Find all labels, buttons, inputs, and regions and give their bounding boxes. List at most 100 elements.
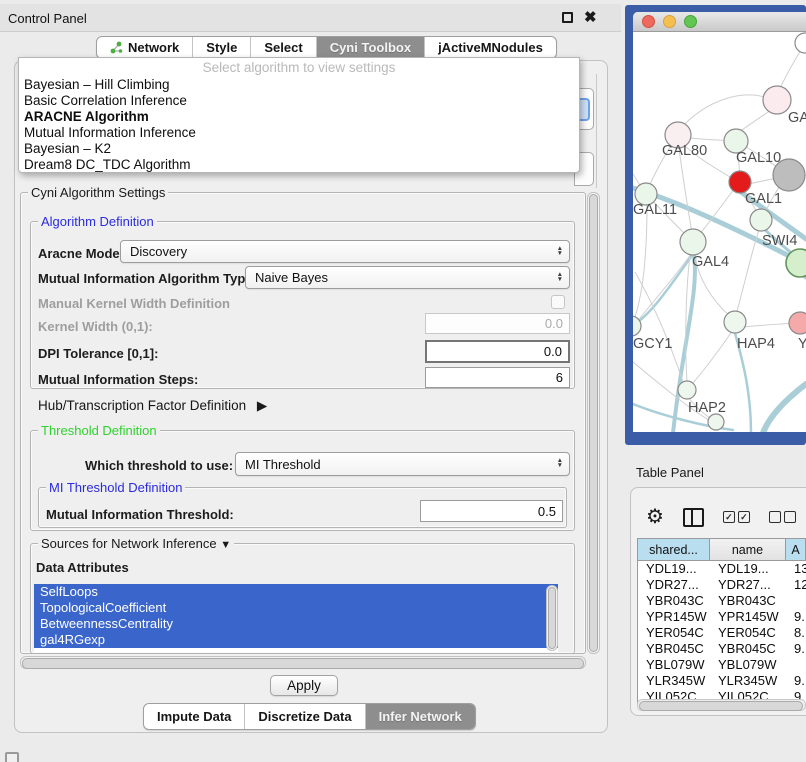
threshold-definition-title: Threshold Definition bbox=[38, 423, 160, 438]
collapsed-arrow-icon: ▶ bbox=[257, 398, 267, 414]
network-node-gal1[interactable] bbox=[750, 209, 772, 231]
hub-tf-definition-toggle[interactable]: Hub/Transcription Factor Definition ▶ bbox=[38, 398, 267, 414]
dpi-tolerance-label: DPI Tolerance [0,1]: bbox=[38, 346, 158, 361]
cyni-algorithm-settings-title: Cyni Algorithm Settings bbox=[28, 185, 168, 200]
dropdown-item[interactable]: Bayesian – Hill Climbing bbox=[19, 77, 579, 93]
close-window-icon[interactable] bbox=[642, 15, 655, 28]
tab-discretize-data[interactable]: Discretize Data bbox=[244, 704, 364, 729]
node-label: GCY1 bbox=[633, 336, 673, 352]
tab-cyni-toolbox[interactable]: Cyni Toolbox bbox=[316, 37, 424, 58]
app-root: Control Panel ✖ Network Style Select Cyn… bbox=[0, 0, 806, 762]
dropdown-item[interactable]: Bayesian – K2 bbox=[19, 141, 579, 157]
manual-kernel-width-label: Manual Kernel Width Definition bbox=[38, 296, 230, 311]
tab-impute-data[interactable]: Impute Data bbox=[144, 704, 244, 729]
which-threshold-label: Which threshold to use: bbox=[85, 458, 233, 473]
combo-arrows-icon: ▲▼ bbox=[557, 459, 569, 468]
hidden-groupbox-edge bbox=[596, 74, 597, 188]
tab-style[interactable]: Style bbox=[192, 37, 250, 58]
node-label: Y bbox=[798, 336, 806, 352]
sources-title[interactable]: Sources for Network Inference ▼ bbox=[38, 536, 234, 551]
table-row[interactable]: YBL079WYBL079W bbox=[638, 657, 806, 673]
mi-threshold-definition-title: MI Threshold Definition bbox=[46, 480, 185, 495]
data-attributes-label: Data Attributes bbox=[36, 560, 129, 575]
split-columns-icon[interactable] bbox=[683, 508, 704, 527]
network-window-titlebar[interactable] bbox=[633, 12, 806, 32]
close-panel-icon[interactable]: ✖ bbox=[584, 8, 597, 26]
tab-infer-network[interactable]: Infer Network bbox=[365, 704, 475, 729]
minimized-panel-icon[interactable] bbox=[5, 752, 19, 762]
column-header-name[interactable]: name bbox=[710, 539, 786, 560]
network-window: GAL GAL80 GAL10 GAL1 GAL11 SWI4 GAL4 GCY… bbox=[633, 12, 806, 432]
which-threshold-combo[interactable]: MI Threshold ▲▼ bbox=[235, 452, 570, 476]
column-header-partial[interactable]: A bbox=[786, 539, 806, 560]
zoom-window-icon[interactable] bbox=[684, 15, 697, 28]
float-panel-icon[interactable] bbox=[562, 12, 573, 23]
mi-threshold-field[interactable]: 0.5 bbox=[420, 500, 563, 522]
tab-jactivemnodules[interactable]: jActiveMNodules bbox=[424, 37, 556, 58]
dropdown-item[interactable]: Dream8 DC_TDC Algorithm bbox=[19, 157, 579, 173]
table-settings-gear-icon[interactable]: ⚙ bbox=[646, 507, 664, 527]
cyni-bottom-tabs: Impute Data Discretize Data Infer Networ… bbox=[143, 703, 476, 730]
table-row[interactable]: YLR345WYLR345W9. bbox=[638, 673, 806, 689]
network-node[interactable] bbox=[708, 414, 724, 430]
node-table: shared... name A YDL19...YDL19...13 YDR2… bbox=[637, 538, 806, 705]
manual-kernel-width-checkbox[interactable] bbox=[551, 295, 565, 309]
network-node-hap2[interactable] bbox=[678, 381, 696, 399]
settings-vertical-scrollbar[interactable] bbox=[587, 192, 600, 654]
dropdown-item-selected[interactable]: ARACNE Algorithm bbox=[19, 109, 579, 125]
data-attributes-list: SelfLoops TopologicalCoefficient Between… bbox=[34, 584, 558, 652]
combo-arrows-icon: ▲▼ bbox=[557, 273, 569, 282]
node-label: GAL4 bbox=[692, 254, 729, 270]
select-all-columns-icon[interactable]: ✓✓ bbox=[723, 511, 750, 523]
network-node-gal4[interactable] bbox=[680, 229, 706, 255]
algorithm-dropdown-popup: Select algorithm to view settings Bayesi… bbox=[18, 57, 580, 173]
node-label: HAP4 bbox=[737, 336, 775, 352]
mi-algorithm-type-label: Mutual Information Algorithm Type: bbox=[38, 271, 257, 286]
network-node-swi4[interactable] bbox=[786, 249, 806, 277]
table-row[interactable]: YBR045CYBR045C9. bbox=[638, 641, 806, 657]
aracne-mode-combo[interactable]: Discovery ▲▼ bbox=[120, 240, 570, 263]
table-panel-toolbar: ⚙ ✓✓ bbox=[646, 507, 806, 527]
apply-button[interactable]: Apply bbox=[270, 675, 338, 696]
column-header-shared-name[interactable]: shared... bbox=[638, 539, 710, 560]
network-node[interactable] bbox=[763, 86, 791, 114]
control-panel-title: Control Panel bbox=[8, 11, 87, 26]
table-horizontal-scrollbar[interactable] bbox=[637, 699, 806, 711]
table-row[interactable]: YDR27...YDR27...12 bbox=[638, 577, 806, 593]
list-item[interactable]: BetweennessCentrality bbox=[34, 616, 558, 632]
tab-select[interactable]: Select bbox=[250, 37, 315, 58]
minimize-window-icon[interactable] bbox=[663, 15, 676, 28]
list-scrollbar[interactable] bbox=[546, 585, 558, 651]
network-canvas[interactable]: GAL GAL80 GAL10 GAL1 GAL11 SWI4 GAL4 GCY… bbox=[633, 32, 806, 432]
aracne-mode-label: Aracne Mode: bbox=[38, 246, 124, 261]
table-panel-title: Table Panel bbox=[636, 465, 704, 480]
network-node-selected-red[interactable] bbox=[729, 171, 751, 193]
node-label: GAL bbox=[788, 110, 806, 126]
settings-horizontal-scrollbar[interactable] bbox=[20, 656, 586, 669]
table-row[interactable]: YPR145WYPR145W9. bbox=[638, 609, 806, 625]
network-node[interactable] bbox=[789, 312, 806, 334]
tab-network[interactable]: Network bbox=[97, 37, 192, 58]
mi-algorithm-type-combo[interactable]: Naive Bayes ▲▼ bbox=[245, 266, 570, 289]
dpi-tolerance-field[interactable]: 0.0 bbox=[425, 340, 570, 363]
kernel-width-field[interactable]: 0.0 bbox=[425, 313, 570, 334]
node-label: SWI4 bbox=[762, 233, 797, 249]
table-row[interactable]: YDL19...YDL19...13 bbox=[638, 561, 806, 577]
table-row[interactable]: YBR043CYBR043C bbox=[638, 593, 806, 609]
network-graph-icon bbox=[110, 41, 123, 54]
deselect-all-columns-icon[interactable] bbox=[769, 511, 796, 523]
network-node[interactable] bbox=[795, 33, 806, 53]
list-item[interactable]: gal4RGexp bbox=[34, 632, 558, 648]
table-header-row: shared... name A bbox=[638, 539, 806, 561]
list-item[interactable]: TopologicalCoefficient bbox=[34, 600, 558, 616]
node-label: GAL1 bbox=[745, 191, 782, 207]
mi-steps-field[interactable]: 6 bbox=[425, 367, 570, 388]
mi-steps-label: Mutual Information Steps: bbox=[38, 372, 198, 387]
dropdown-item[interactable]: Basic Correlation Inference bbox=[19, 93, 579, 109]
dropdown-item[interactable]: Mutual Information Inference bbox=[19, 125, 579, 141]
table-row[interactable]: YER054CYER054C8. bbox=[638, 625, 806, 641]
network-node-hap4[interactable] bbox=[724, 311, 746, 333]
node-label: GAL80 bbox=[662, 143, 707, 159]
algorithm-definition-title: Algorithm Definition bbox=[38, 214, 157, 229]
list-item[interactable]: SelfLoops bbox=[34, 584, 558, 600]
